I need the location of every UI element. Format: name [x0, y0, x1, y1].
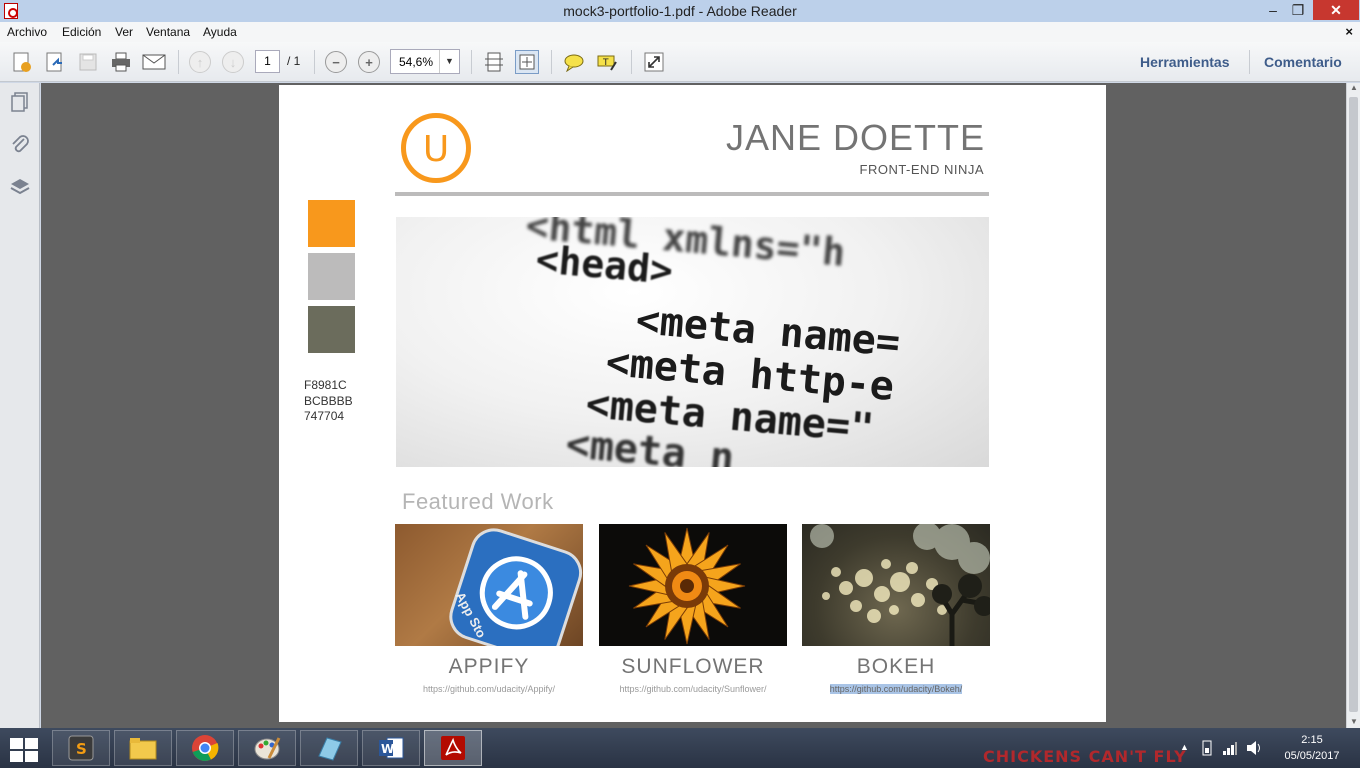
toolbar-separator: [551, 50, 552, 74]
menu-ver[interactable]: Ver: [115, 25, 133, 39]
sunflower-image[interactable]: [599, 524, 787, 646]
wallpaper-text: CHICKENS CAN'T FLY: [983, 747, 1187, 766]
file-explorer-taskbar-icon[interactable]: [114, 730, 172, 766]
project-link-bokeh[interactable]: https://github.com/udacity/Bokeh/: [802, 684, 990, 694]
svg-text:S: S: [76, 740, 87, 758]
menu-archivo[interactable]: Archivo: [7, 25, 47, 39]
hex-code: BCBBBB: [304, 394, 353, 408]
start-button[interactable]: [9, 736, 39, 762]
toolbar-separator: [314, 50, 315, 74]
project-title-appify: APPIFY: [448, 655, 530, 678]
battery-icon[interactable]: [1200, 740, 1214, 761]
fit-page-scroll-icon[interactable]: [482, 50, 506, 74]
tools-button[interactable]: Herramientas: [1140, 54, 1230, 70]
color-swatch-olive: [308, 306, 355, 353]
chevron-down-icon[interactable]: ▼: [439, 50, 459, 73]
comment-button[interactable]: Comentario: [1264, 54, 1342, 70]
logo: U: [401, 113, 471, 183]
restore-button[interactable]: ❐: [1287, 0, 1309, 20]
svg-text:T: T: [602, 58, 609, 68]
volume-icon[interactable]: [1246, 740, 1264, 761]
portfolio-name: JANE DOETTE: [725, 117, 985, 158]
zoom-in-icon[interactable]: +: [357, 50, 381, 74]
minimize-button[interactable]: –: [1262, 0, 1284, 20]
zoom-value: 54,6%: [399, 55, 434, 69]
toolbar-separator: [178, 50, 179, 74]
highlight-text-icon[interactable]: T: [595, 50, 619, 74]
project-link-sunflower[interactable]: https://github.com/udacity/Sunflower/: [599, 684, 787, 694]
full-screen-icon[interactable]: [642, 50, 666, 74]
navigation-pane: [0, 83, 40, 728]
project-title-bokeh: BOKEH: [856, 655, 936, 678]
clock-date[interactable]: 05/05/2017: [1277, 750, 1347, 762]
scrollbar-thumb[interactable]: [1349, 97, 1358, 712]
page-number-input[interactable]: 1: [255, 50, 280, 73]
page-total: / 1: [287, 54, 301, 68]
appify-image[interactable]: App Sto: [395, 524, 583, 646]
color-swatch-gray: [308, 253, 355, 300]
email-icon[interactable]: [142, 50, 166, 74]
project-title-sunflower: SUNFLOWER: [621, 655, 765, 678]
hero-image: <html xmlns="h <head> <meta name= <meta …: [396, 217, 989, 467]
fit-page-icon[interactable]: [515, 50, 539, 74]
notepad-taskbar-icon[interactable]: [300, 730, 358, 766]
color-swatch-orange: [308, 200, 355, 247]
toolbar-separator: [1249, 50, 1250, 74]
header-divider: [395, 192, 989, 196]
save-icon[interactable]: [76, 50, 100, 74]
attachments-icon[interactable]: [9, 133, 31, 155]
layers-icon[interactable]: [9, 176, 31, 198]
toolbar-separator: [471, 50, 472, 74]
hex-code: 747704: [304, 409, 345, 423]
title-bar: mock3-portfolio-1.pdf - Adobe Reader – ❐…: [0, 0, 1360, 22]
previous-page-icon[interactable]: ↑: [188, 50, 212, 74]
chrome-taskbar-icon[interactable]: [176, 730, 234, 766]
featured-work-heading: Featured Work: [402, 489, 554, 514]
adobe-reader-taskbar-icon[interactable]: [424, 730, 482, 766]
close-document-icon[interactable]: ×: [1345, 24, 1353, 39]
menu-ayuda[interactable]: Ayuda: [203, 25, 237, 39]
menu-ventana[interactable]: Ventana: [146, 25, 190, 39]
scroll-up-icon[interactable]: ▲: [1350, 83, 1358, 92]
clock-time[interactable]: 2:15: [1277, 734, 1347, 746]
window-title: mock3-portfolio-1.pdf - Adobe Reader: [563, 3, 797, 19]
zoom-out-icon[interactable]: −: [324, 50, 348, 74]
project-link-appify[interactable]: https://github.com/udacity/Appify/: [395, 684, 583, 694]
portfolio-subtitle: FRONT-END NINJA: [859, 162, 984, 177]
toolbar-separator: [631, 50, 632, 74]
zoom-select[interactable]: 54,6% ▼: [390, 49, 460, 74]
menu-bar: Archivo Edición Ver Ventana Ayuda ×: [0, 22, 1360, 42]
network-icon[interactable]: [1222, 740, 1238, 761]
svg-text:W: W: [381, 742, 394, 756]
sublime-text-taskbar-icon[interactable]: S: [52, 730, 110, 766]
close-button[interactable]: ✕: [1313, 0, 1359, 20]
menu-edicion[interactable]: Edición: [62, 25, 101, 39]
vertical-scrollbar[interactable]: ▲ ▼: [1346, 83, 1360, 728]
print-icon[interactable]: [109, 50, 133, 74]
scroll-down-icon[interactable]: ▼: [1350, 717, 1358, 726]
page-thumbnails-icon[interactable]: [9, 91, 31, 113]
open-file-icon[interactable]: [43, 50, 67, 74]
create-pdf-icon[interactable]: [10, 50, 34, 74]
paint-taskbar-icon[interactable]: [238, 730, 296, 766]
bokeh-image[interactable]: [802, 524, 990, 646]
comment-note-icon[interactable]: [562, 50, 586, 74]
hex-code: F8981C: [304, 378, 347, 392]
next-page-icon[interactable]: ↓: [221, 50, 245, 74]
word-taskbar-icon[interactable]: W: [362, 730, 420, 766]
